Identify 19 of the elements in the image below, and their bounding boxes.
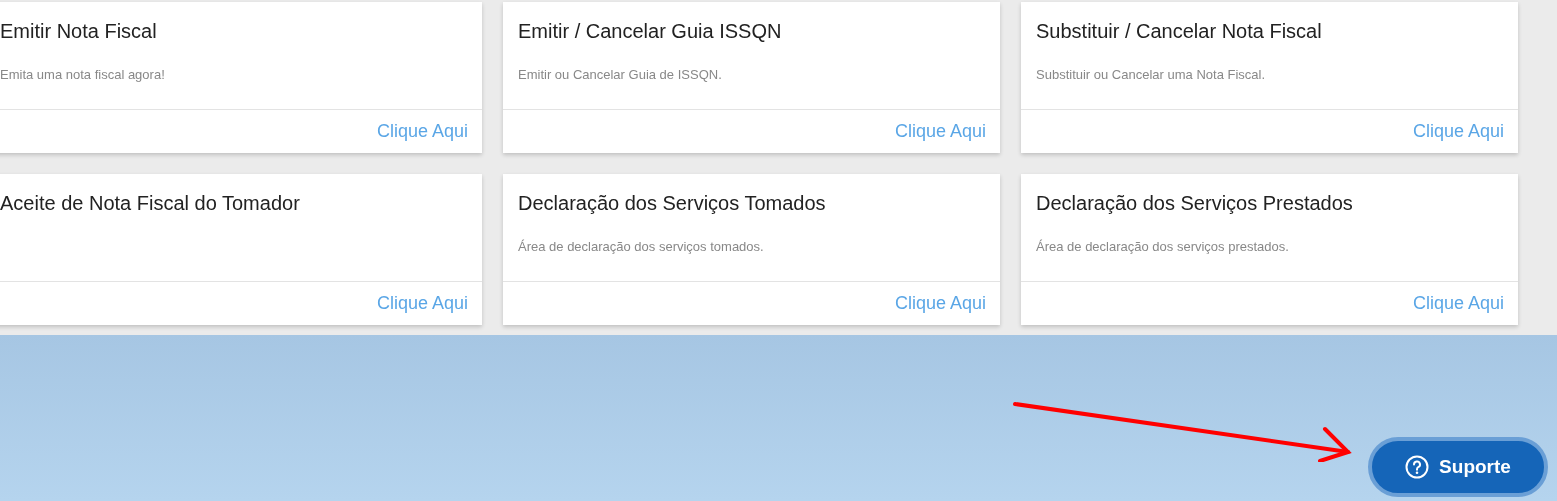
card-link[interactable]: Clique Aqui (376, 293, 468, 314)
card-title: Aceite de Nota Fiscal do Tomador (0, 192, 300, 215)
support-button[interactable]: Suporte (1368, 437, 1548, 497)
card-link[interactable]: Clique Aqui (894, 121, 986, 142)
card-link[interactable]: Clique Aqui (1412, 293, 1504, 314)
card-description: Área de declaração dos serviços prestados. (1036, 239, 1289, 254)
card-link[interactable]: Clique Aqui (894, 293, 986, 314)
card-title: Declaração dos Serviços Prestados (1036, 192, 1353, 215)
card-title: Declaração dos Serviços Tomados (518, 192, 826, 215)
card-description: Área de declaração dos serviços tomados. (518, 239, 764, 254)
card-title: Emitir Nota Fiscal (0, 20, 157, 43)
card-title: Emitir / Cancelar Guia ISSQN (518, 20, 782, 43)
card-description: Substituir ou Cancelar uma Nota Fiscal. (1036, 67, 1266, 82)
card-description: Emita uma nota fiscal agora! (0, 67, 165, 82)
card-link[interactable]: Clique Aqui (1412, 121, 1504, 142)
card-description: Emitir ou Cancelar Guia de ISSQN. (518, 67, 722, 82)
card-link[interactable]: Clique Aqui (376, 121, 468, 142)
card-title: Substituir / Cancelar Nota Fiscal (1036, 20, 1322, 43)
help-icon (1405, 455, 1430, 479)
